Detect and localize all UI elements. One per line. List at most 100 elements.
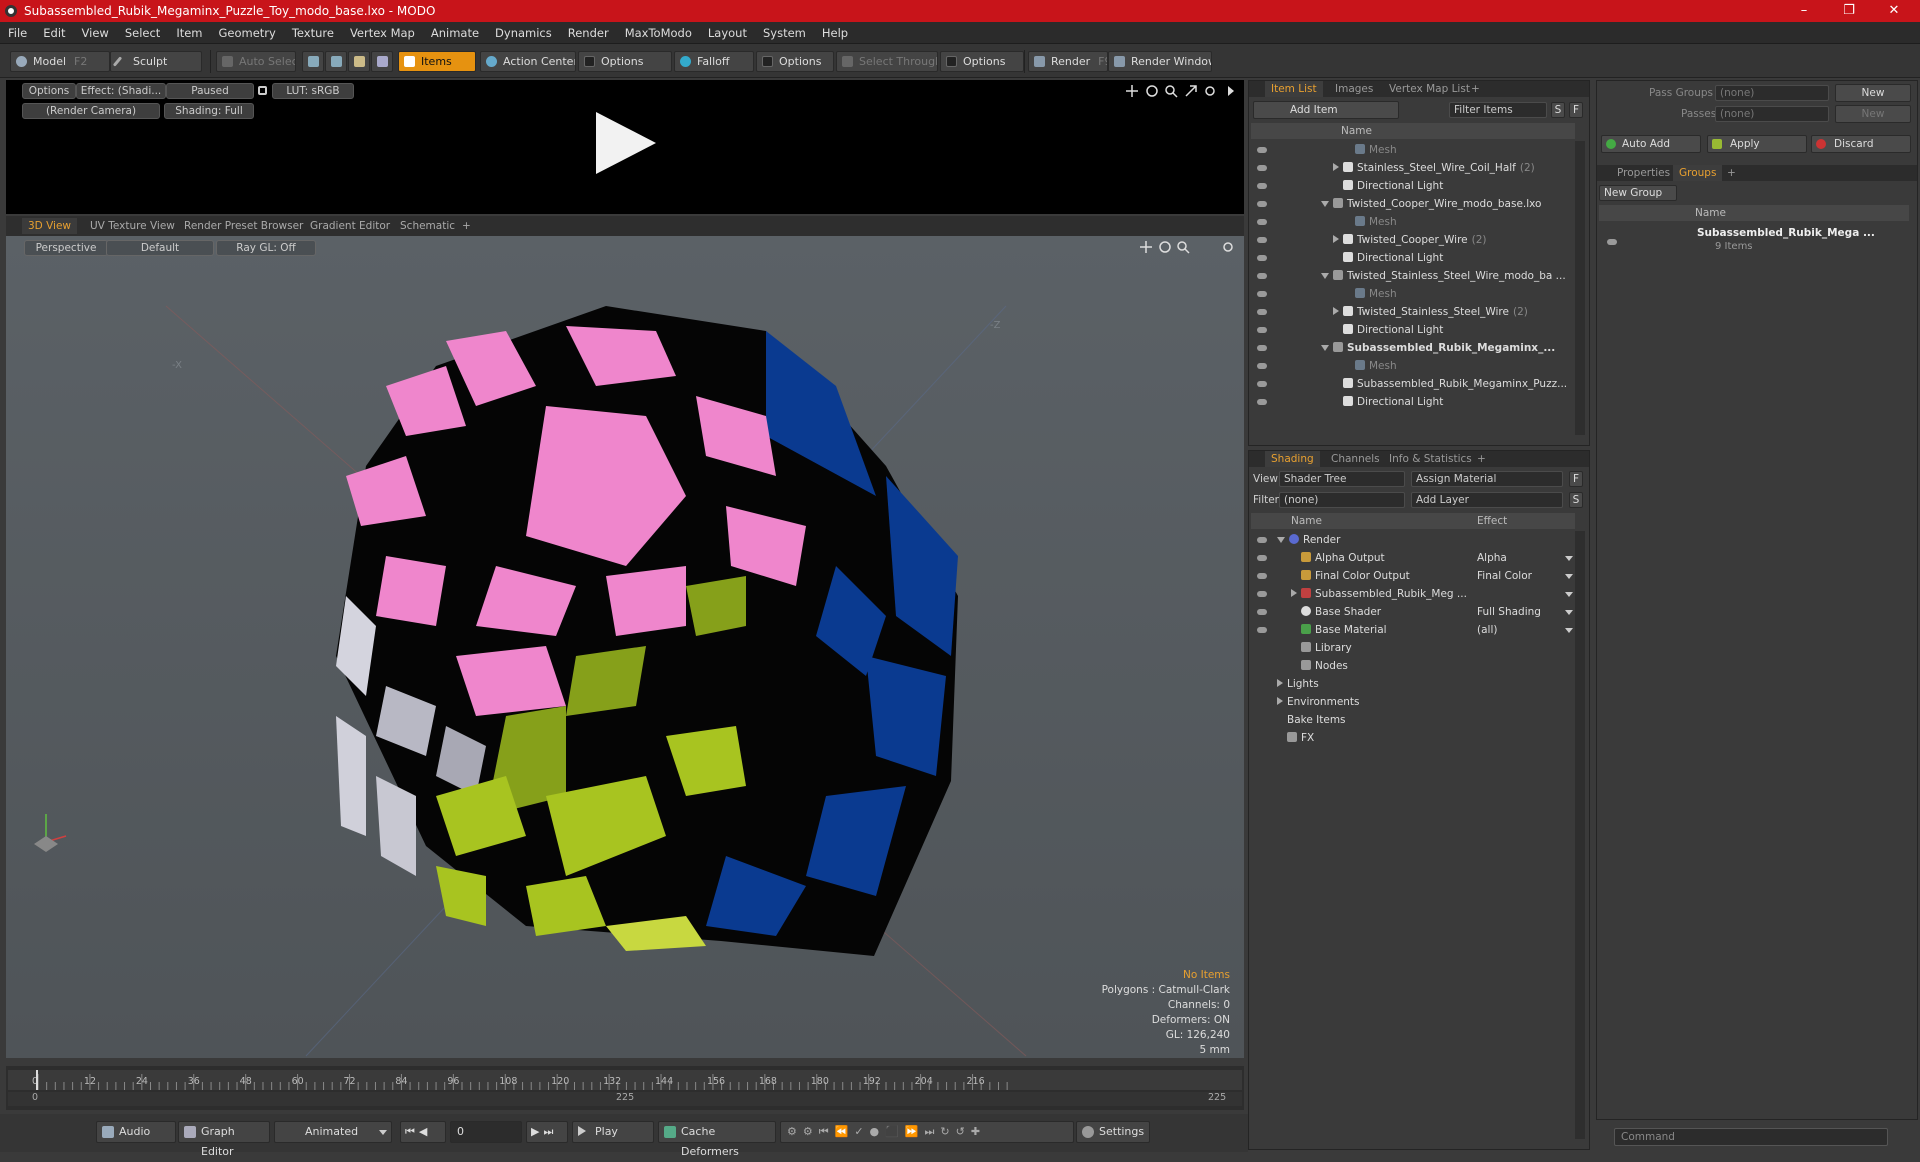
item-list-row[interactable]: Twisted_Stainless_Steel_Wire_modo_ba ... <box>1321 267 1566 285</box>
shader-tree-row[interactable]: Nodes <box>1291 657 1348 675</box>
menu-view[interactable]: View <box>74 22 117 44</box>
assign-material-button[interactable]: Assign Material <box>1411 471 1563 487</box>
view-dropdown[interactable]: Shader Tree <box>1279 471 1405 487</box>
shader-tree-row[interactable]: FX <box>1277 729 1314 747</box>
playhead[interactable] <box>36 1070 38 1090</box>
lut-dropdown[interactable]: LUT: sRGB <box>272 83 354 99</box>
visibility-eye-icon[interactable] <box>1257 363 1267 369</box>
effect-dropdown[interactable]: (all) <box>1477 621 1575 639</box>
visibility-eye-icon[interactable] <box>1257 309 1267 315</box>
maximize-button[interactable]: ❐ <box>1829 2 1869 20</box>
frame-field[interactable]: 0 <box>450 1121 522 1143</box>
visibility-eye-icon[interactable] <box>1257 345 1267 351</box>
polygons-mode-button[interactable] <box>348 51 370 72</box>
preview-paused-button[interactable]: Paused <box>166 83 254 99</box>
visibility-eye-icon[interactable] <box>1257 381 1267 387</box>
expand-icon[interactable] <box>1333 235 1339 243</box>
preview-effect-dropdown[interactable]: Effect: (Shadi... <box>76 83 166 99</box>
animated-dropdown[interactable]: Animated <box>274 1121 392 1143</box>
render-button[interactable]: RenderF9 <box>1028 51 1108 72</box>
tab-shading[interactable]: Shading <box>1265 451 1320 467</box>
visibility-eye-icon[interactable] <box>1257 537 1267 543</box>
close-button[interactable]: ✕ <box>1874 2 1914 20</box>
add-groups-tab[interactable]: + <box>1721 165 1742 181</box>
visibility-eye-icon[interactable] <box>1257 237 1267 243</box>
shading-s-button[interactable]: S <box>1569 492 1583 508</box>
preview-options-button[interactable]: Options <box>22 83 76 99</box>
shading-f-button[interactable]: F <box>1569 471 1583 487</box>
tab-item-list[interactable]: Item List <box>1265 81 1323 97</box>
item-list-row[interactable]: Directional Light <box>1333 321 1443 339</box>
minimize-button[interactable]: – <box>1784 2 1824 20</box>
render-window-button[interactable]: Render Window <box>1108 51 1212 72</box>
expand-icon[interactable] <box>1277 537 1285 543</box>
menu-system[interactable]: System <box>755 22 814 44</box>
expand-icon[interactable] <box>1333 163 1339 171</box>
pass-groups-dropdown[interactable]: (none) <box>1715 85 1829 101</box>
falloff-options-button[interactable]: Options <box>756 51 834 72</box>
item-list-row[interactable]: Directional Light <box>1333 177 1443 195</box>
timeline[interactable]: 0 12 24 36 48 60 72 84 96 108 120 132 144 156 168 180 19… <box>6 1066 1244 1110</box>
item-list-row[interactable]: Directional Light <box>1333 249 1443 267</box>
visibility-eye-icon[interactable] <box>1257 573 1267 579</box>
item-list-row[interactable]: Subassembled_Rubik_Megaminx_Puzz... <box>1333 375 1567 393</box>
visibility-eye-icon[interactable] <box>1257 609 1267 615</box>
visibility-eye-icon[interactable] <box>1257 291 1267 297</box>
new-pass-button[interactable]: New <box>1835 105 1911 123</box>
menu-geometry[interactable]: Geometry <box>211 22 284 44</box>
expand-icon[interactable] <box>1277 697 1283 705</box>
3d-viewport[interactable]: Perspective Default Ray GL: Off -X -Z No… <box>6 236 1244 1058</box>
skip-back-buttons[interactable]: ⏮◀ <box>400 1121 446 1143</box>
tab-groups[interactable]: Groups <box>1673 165 1723 181</box>
visibility-eye-icon[interactable] <box>1257 273 1267 279</box>
group-item-name[interactable]: Subassembled_Rubik_Mega ... <box>1697 227 1875 239</box>
cache-deformers-button[interactable]: Cache Deformers <box>658 1121 776 1158</box>
edges-mode-button[interactable] <box>325 51 347 72</box>
shader-tree-row[interactable]: Base Shader <box>1291 603 1381 621</box>
play-button[interactable]: Play <box>572 1121 654 1143</box>
sculpt-mode-button[interactable]: Sculpt <box>110 51 202 72</box>
menu-maxtomodo[interactable]: MaxToModo <box>617 22 700 44</box>
expand-icon[interactable] <box>1321 273 1329 279</box>
group-visibility-icon[interactable] <box>1607 239 1617 245</box>
audio-button[interactable]: Audio <box>96 1121 176 1143</box>
shader-tree-row[interactable]: Library <box>1291 639 1352 657</box>
new-pass-group-button[interactable]: New <box>1835 84 1911 102</box>
shader-tree-row[interactable]: Render <box>1277 531 1340 549</box>
tab-images[interactable]: Images <box>1329 81 1379 97</box>
shader-tree-row[interactable]: Base Material <box>1291 621 1387 639</box>
visibility-eye-icon[interactable] <box>1257 327 1267 333</box>
lock-icon[interactable] <box>258 86 267 95</box>
expand-icon[interactable] <box>1321 201 1329 207</box>
model-mode-button[interactable]: Model F2 <box>10 51 110 72</box>
menu-help[interactable]: Help <box>814 22 856 44</box>
tab-gradient-editor[interactable]: Gradient Editor <box>304 218 396 234</box>
visibility-eye-icon[interactable] <box>1257 219 1267 225</box>
discard-button[interactable]: Discard <box>1811 135 1911 153</box>
tab-render-preset-browser[interactable]: Render Preset Browser <box>178 218 309 234</box>
key-tools[interactable]: ⚙⚙⏮⏪✓●⬛⏩⏭↻↺✚ <box>780 1121 1074 1143</box>
auto-add-button[interactable]: Auto Add <box>1601 135 1701 153</box>
shader-tree-scrollbar[interactable] <box>1575 531 1585 1139</box>
menu-animate[interactable]: Animate <box>423 22 487 44</box>
menu-file[interactable]: File <box>0 22 35 44</box>
command-input[interactable]: Command <box>1614 1128 1888 1146</box>
expand-icon[interactable] <box>1291 589 1297 597</box>
effect-dropdown[interactable]: Final Color <box>1477 567 1575 585</box>
expand-icon[interactable] <box>1333 307 1339 315</box>
item-list-row[interactable]: Directional Light <box>1333 393 1443 411</box>
visibility-eye-icon[interactable] <box>1257 183 1267 189</box>
item-list-row[interactable]: Twisted_Cooper_Wire (2) <box>1333 231 1487 249</box>
filter-items-field[interactable]: Filter Items <box>1449 102 1547 118</box>
shader-tree-row[interactable]: Alpha Output <box>1291 549 1385 567</box>
play-icon[interactable] <box>592 108 660 178</box>
add-panel-tab[interactable]: + <box>1465 81 1486 97</box>
visibility-eye-icon[interactable] <box>1257 165 1267 171</box>
menu-item[interactable]: Item <box>168 22 210 44</box>
shading-dropdown[interactable]: Shading: Full <box>164 103 254 119</box>
item-list-row[interactable]: Mesh <box>1345 357 1397 375</box>
effect-dropdown[interactable]: Full Shading <box>1477 603 1575 621</box>
add-item-button[interactable]: Add Item <box>1253 101 1399 119</box>
visibility-eye-icon[interactable] <box>1257 147 1267 153</box>
item-list-row[interactable]: Twisted_Cooper_Wire_modo_base.lxo <box>1321 195 1541 213</box>
